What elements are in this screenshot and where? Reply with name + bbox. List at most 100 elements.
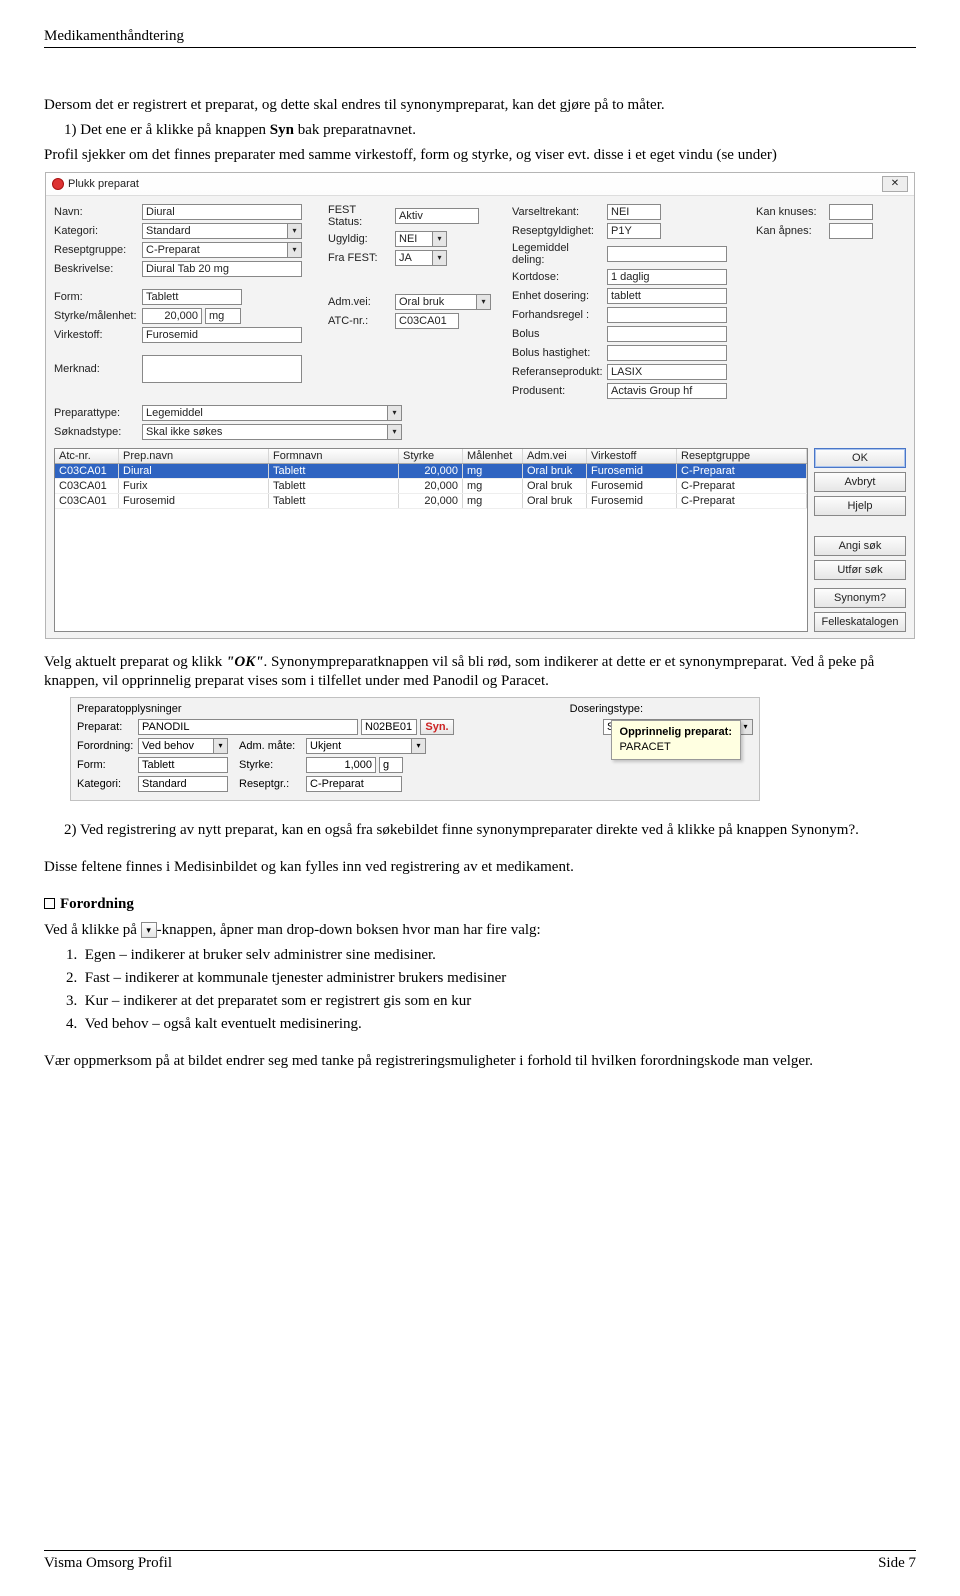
ok-button[interactable]: OK bbox=[814, 448, 906, 468]
admvei-select[interactable]: Oral bruk▾ bbox=[395, 294, 491, 310]
doc-header-text: Medikamenthåndtering bbox=[44, 28, 184, 44]
reseptgyldighet-input[interactable]: P1Y bbox=[607, 223, 661, 239]
cell: C03CA01 bbox=[55, 494, 119, 508]
paragraph: Dersom det er registrert et preparat, og… bbox=[44, 96, 916, 115]
label: Form: bbox=[54, 291, 139, 303]
col-header[interactable]: Atc-nr. bbox=[55, 449, 119, 463]
avbryt-button[interactable]: Avbryt bbox=[814, 472, 906, 492]
beskrivelse-input[interactable]: Diural Tab 20 mg bbox=[142, 261, 302, 277]
bolushast-input[interactable] bbox=[607, 345, 727, 361]
referanse-input[interactable]: LASIX bbox=[607, 364, 727, 380]
table-row[interactable]: C03CA01 Furix Tablett 20,000 mg Oral bru… bbox=[55, 479, 807, 494]
col-header[interactable]: Adm.vei bbox=[523, 449, 587, 463]
cell: Diural bbox=[119, 464, 269, 478]
cell: Tablett bbox=[269, 494, 399, 508]
synonym-button[interactable]: Synonym? bbox=[814, 588, 906, 608]
preparattype-select[interactable]: Legemiddel▾ bbox=[142, 405, 402, 421]
enhetdosering-input[interactable]: tablett bbox=[607, 288, 727, 304]
paragraph: Disse feltene finnes i Medisinbildet og … bbox=[44, 858, 916, 877]
fest-status-input[interactable]: Aktiv bbox=[395, 208, 479, 224]
atc-input[interactable]: N02BE01 bbox=[361, 719, 417, 735]
kategori-select[interactable]: Standard▾ bbox=[142, 223, 302, 239]
text: Velg aktuelt preparat og klikk bbox=[44, 654, 226, 670]
label: Doseringstype: bbox=[570, 703, 643, 715]
kortdose-input[interactable]: 1 daglig bbox=[607, 269, 727, 285]
reseptgruppe-select[interactable]: C-Preparat▾ bbox=[142, 242, 302, 258]
fra-fest-select[interactable]: JA▾ bbox=[395, 250, 447, 266]
cell: Furosemid bbox=[587, 494, 677, 508]
col-header[interactable]: Reseptgruppe bbox=[677, 449, 807, 463]
label: Kategori: bbox=[77, 778, 135, 790]
produsent-input[interactable]: Actavis Group hf bbox=[607, 383, 727, 399]
cell: C03CA01 bbox=[55, 479, 119, 493]
kanknuses-input[interactable] bbox=[829, 204, 873, 220]
legemiddeldeling-input[interactable] bbox=[607, 246, 727, 262]
syn-button[interactable]: Syn. bbox=[420, 719, 454, 735]
ol-item: 1. Egen – indikerer at bruker selv admin… bbox=[86, 946, 916, 965]
label: Styrke: bbox=[239, 759, 303, 771]
bolus-input[interactable] bbox=[607, 326, 727, 342]
navn-input[interactable]: Diural bbox=[142, 204, 302, 220]
preparat-grid[interactable]: Atc-nr. Prep.navn Formnavn Styrke Målenh… bbox=[54, 448, 808, 632]
dialog-buttons: OK Avbryt Hjelp Angi søk Utfør søk Synon… bbox=[814, 448, 906, 632]
label: Fra FEST: bbox=[328, 252, 392, 264]
select-value: Oral bruk bbox=[399, 296, 444, 308]
list-item-2: 2) Ved registrering av nytt preparat, ka… bbox=[86, 821, 916, 840]
varseltrekant-input[interactable]: NEI bbox=[607, 204, 661, 220]
cell: C-Preparat bbox=[677, 464, 807, 478]
forordning-select[interactable]: Ved behov▾ bbox=[138, 738, 228, 754]
select-value: Ukjent bbox=[310, 740, 341, 752]
list-item-1: 1) Det ene er å klikke på knappen Syn ba… bbox=[86, 121, 916, 140]
label: Beskrivelse: bbox=[54, 263, 139, 275]
styrke-unit[interactable]: mg bbox=[205, 308, 241, 324]
utfor-sok-button[interactable]: Utfør søk bbox=[814, 560, 906, 580]
atc-input[interactable]: C03CA01 bbox=[395, 313, 459, 329]
doc-header: Medikamenthåndtering bbox=[44, 28, 916, 48]
col-header[interactable]: Virkestoff bbox=[587, 449, 677, 463]
preparat-input[interactable]: PANODIL bbox=[138, 719, 358, 735]
app-icon bbox=[52, 178, 64, 190]
admmate-select[interactable]: Ukjent▾ bbox=[306, 738, 426, 754]
checkbox-icon bbox=[44, 898, 55, 909]
hjelp-button[interactable]: Hjelp bbox=[814, 496, 906, 516]
paragraph: Ved å klikke på -knappen, åpner man drop… bbox=[44, 921, 916, 940]
paragraph: Velg aktuelt preparat og klikk "OK". Syn… bbox=[44, 653, 916, 691]
styrke-input[interactable]: 20,000 bbox=[142, 308, 202, 324]
label: Kortdose: bbox=[512, 271, 604, 283]
cell: Furosemid bbox=[587, 464, 677, 478]
kanapnes-input[interactable] bbox=[829, 223, 873, 239]
kategori-input[interactable]: Standard bbox=[138, 776, 228, 792]
select-value: Standard bbox=[146, 225, 191, 237]
styrke-input[interactable]: 1,000 bbox=[306, 757, 376, 773]
label: Form: bbox=[77, 759, 135, 771]
cell: Oral bruk bbox=[523, 479, 587, 493]
text: 1) Det ene er å klikke på knappen bbox=[64, 122, 270, 138]
col-header[interactable]: Styrke bbox=[399, 449, 463, 463]
label: Reseptgr.: bbox=[239, 778, 303, 790]
col-header[interactable]: Prep.navn bbox=[119, 449, 269, 463]
styrke-unit[interactable]: g bbox=[379, 757, 403, 773]
table-row[interactable]: C03CA01 Furosemid Tablett 20,000 mg Oral… bbox=[55, 494, 807, 509]
col-header[interactable]: Målenhet bbox=[463, 449, 523, 463]
virkestoff-input[interactable]: Furosemid bbox=[142, 327, 302, 343]
label: Reseptgruppe: bbox=[54, 244, 139, 256]
form-input[interactable]: Tablett bbox=[138, 757, 228, 773]
cell: mg bbox=[463, 494, 523, 508]
ol-item: 4. Ved behov – også kalt eventuelt medis… bbox=[86, 1015, 916, 1034]
chevron-down-icon: ▾ bbox=[213, 739, 227, 753]
cell: mg bbox=[463, 479, 523, 493]
forhandsregel-input[interactable] bbox=[607, 307, 727, 323]
table-row[interactable]: C03CA01 Diural Tablett 20,000 mg Oral br… bbox=[55, 464, 807, 479]
merknad-input[interactable] bbox=[142, 355, 302, 383]
reseptgr-input[interactable]: C-Preparat bbox=[306, 776, 402, 792]
form-input[interactable]: Tablett bbox=[142, 289, 242, 305]
angi-sok-button[interactable]: Angi søk bbox=[814, 536, 906, 556]
close-button[interactable]: ✕ bbox=[882, 176, 908, 192]
soknadstype-select[interactable]: Skal ikke søkes▾ bbox=[142, 424, 402, 440]
felleskatalogen-button[interactable]: Felleskatalogen bbox=[814, 612, 906, 632]
label: Preparat: bbox=[77, 721, 135, 733]
label: Produsent: bbox=[512, 385, 604, 397]
ugyldig-select[interactable]: NEI▾ bbox=[395, 231, 447, 247]
label: Kan knuses: bbox=[756, 206, 826, 218]
col-header[interactable]: Formnavn bbox=[269, 449, 399, 463]
